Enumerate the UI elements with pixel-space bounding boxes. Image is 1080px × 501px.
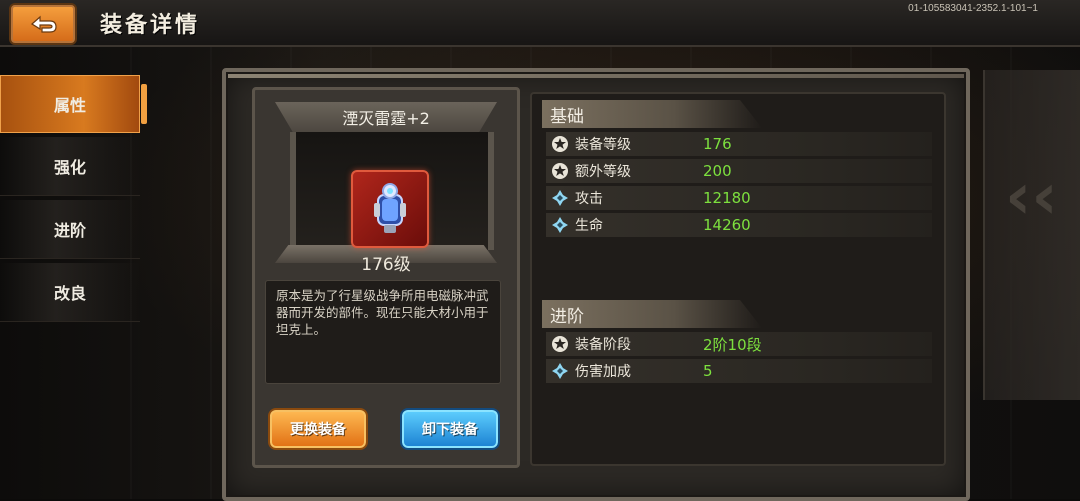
- tab-label: 属性: [53, 96, 86, 115]
- stats-panel: 基础 装备等级 176 额外等级 200 攻击 12180 生命 14260 进…: [530, 92, 946, 466]
- back-button[interactable]: [9, 3, 77, 45]
- section-basic-header: 基础: [542, 100, 762, 128]
- stat-row: 装备阶段 2阶10段: [546, 332, 932, 356]
- stat-value: 176: [703, 135, 732, 153]
- star-icon: [551, 162, 569, 180]
- tab-label: 强化: [53, 158, 86, 177]
- stat-label: 额外等级: [575, 164, 631, 180]
- return-arrow-icon: [30, 15, 57, 33]
- star-icon: [551, 335, 569, 353]
- stat-row: 生命 14260: [546, 213, 932, 237]
- page-title: 装备详情: [100, 13, 201, 38]
- chevron-deco-icon: ‹‹: [1005, 160, 1058, 234]
- tab-improve[interactable]: 改良: [0, 263, 140, 322]
- stat-row: 额外等级 200: [546, 159, 932, 183]
- stat-label: 生命: [575, 218, 603, 234]
- top-bar: 装备详情 01-105583041-2352.1-101~1: [0, 0, 1080, 47]
- stat-label: 攻击: [575, 191, 603, 207]
- diamond-icon: [551, 189, 569, 207]
- stat-value: 5: [703, 362, 713, 380]
- stat-row: 装备等级 176: [546, 132, 932, 156]
- stat-value: 2阶10段: [703, 335, 762, 354]
- diamond-icon: [551, 362, 569, 380]
- replace-equipment-button[interactable]: 更换装备: [268, 408, 368, 450]
- tab-label: 改良: [53, 284, 86, 303]
- version-label: 01-105583041-2352.1-101~1: [908, 3, 1038, 14]
- tab-label: 进阶: [53, 221, 86, 240]
- stat-label: 装备等级: [575, 137, 631, 153]
- section-advance-header: 进阶: [542, 300, 762, 328]
- stat-value: 200: [703, 162, 732, 180]
- stat-row: 伤害加成 5: [546, 359, 932, 383]
- item-card: 湮灭雷霆+2 176级 原本是为了行星级战争所用电磁脉冲武器而开发的部件。现在只…: [252, 87, 520, 468]
- stat-value: 14260: [703, 216, 751, 234]
- item-description: 原本是为了行星级战争所用电磁脉冲武器而开发的部件。现在只能大材小用于坦克上。: [265, 280, 501, 384]
- item-level: 176级: [361, 255, 411, 275]
- tab-attributes[interactable]: 属性: [0, 75, 147, 133]
- tab-enhance[interactable]: 强化: [0, 137, 140, 196]
- equipment-detail-panel: 湮灭雷霆+2 176级 原本是为了行星级战争所用电磁脉冲武器而开发的部件。现在只…: [222, 68, 970, 501]
- stat-row: 攻击 12180: [546, 186, 932, 210]
- corridor-door-deco: ‹‹: [983, 70, 1080, 400]
- sidebar: 属性 强化 进阶 改良: [0, 75, 147, 326]
- stat-label: 伤害加成: [575, 364, 631, 380]
- diamond-icon: [551, 216, 569, 234]
- item-name: 湮灭雷霆+2: [275, 102, 497, 132]
- stat-label: 装备阶段: [575, 337, 631, 353]
- unequip-button[interactable]: 卸下装备: [400, 408, 500, 450]
- stat-value: 12180: [703, 189, 751, 207]
- star-icon: [551, 135, 569, 153]
- tab-advance[interactable]: 进阶: [0, 200, 140, 259]
- energy-core-icon[interactable]: [351, 170, 429, 248]
